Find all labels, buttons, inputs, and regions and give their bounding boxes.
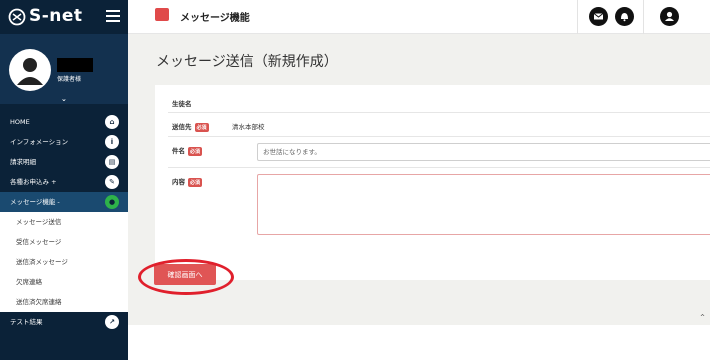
chat-icon: ● xyxy=(105,195,119,209)
row-divider xyxy=(168,136,710,137)
submenu-item-send-message[interactable]: メッセージ送信 xyxy=(0,212,128,232)
brand-header: S-net xyxy=(0,0,128,34)
message-submenu: メッセージ送信 受信メッセージ 送信済メッセージ 欠席連絡 送信済欠席連絡 xyxy=(0,212,128,312)
info-icon: i xyxy=(105,135,119,149)
submenu-item-absence[interactable]: 欠席連絡 xyxy=(0,272,128,292)
avatar[interactable] xyxy=(9,49,51,91)
user-avatar-icon xyxy=(17,58,43,85)
sidebar-item-label: テスト結果 xyxy=(10,318,43,326)
bell-icon[interactable] xyxy=(615,7,634,26)
hamburger-menu-icon[interactable] xyxy=(106,10,120,22)
row-divider xyxy=(168,167,710,168)
highlight-annotation xyxy=(138,259,234,295)
sidebar-item-label: HOME xyxy=(10,118,30,126)
sidebar-item-label: メッセージ機能 - xyxy=(10,198,60,206)
brand-name: S-net xyxy=(29,6,83,26)
required-badge: 必須 xyxy=(194,122,209,132)
sidebar-item-test-results[interactable]: テスト結果 ↗ xyxy=(0,312,128,332)
sidebar-item-label: 請求明細 xyxy=(10,158,36,166)
student-name-label: 生徒名 xyxy=(172,100,192,108)
sidebar-item-label: インフォメーション xyxy=(10,138,69,146)
required-badge: 必須 xyxy=(188,177,203,187)
top-divider xyxy=(577,0,578,34)
user-role: 保護者様 xyxy=(57,76,82,83)
recipient-value: 清水本部校 xyxy=(232,123,265,131)
main-content: メッセージ送信（新規作成） 生徒名 送信先 必須 清水本部校 件名 必須 お世話にな… xyxy=(128,34,710,325)
message-form: 生徒名 送信先 必須 清水本部校 件名 必須 お世話になります。 内容 必須 xyxy=(155,85,710,280)
edit-icon: ✎ xyxy=(105,175,119,189)
brand-logo-icon xyxy=(8,8,26,26)
top-divider xyxy=(643,0,644,34)
body-textarea[interactable] xyxy=(257,174,710,235)
home-icon: ⌂ xyxy=(105,115,119,129)
body-label: 内容 必須 xyxy=(172,177,203,187)
sidebar-item-messages[interactable]: メッセージ機能 - ● xyxy=(0,192,128,212)
sidebar-item-label: 各種お申込み + xyxy=(10,178,57,186)
page-title: メッセージ送信（新規作成） xyxy=(156,54,338,70)
submenu-item-inbox[interactable]: 受信メッセージ xyxy=(0,232,128,252)
subject-input[interactable]: お世話になります。 xyxy=(257,143,710,161)
top-bar: メッセージ機能 xyxy=(128,0,710,34)
chevron-down-icon[interactable]: ⌄ xyxy=(61,95,67,103)
sidebar-menu: HOME ⌂ インフォメーション i 請求明細 ▤ 各種お申込み + ✎ メッセ… xyxy=(0,112,128,332)
submenu-item-sent[interactable]: 送信済メッセージ xyxy=(0,252,128,272)
account-icon[interactable] xyxy=(660,7,679,26)
message-icon xyxy=(155,8,169,21)
recipient-label: 送信先 必須 xyxy=(172,122,209,132)
sidebar-item-home[interactable]: HOME ⌂ xyxy=(0,112,128,132)
user-name-redacted xyxy=(57,58,93,72)
sidebar-item-information[interactable]: インフォメーション i xyxy=(0,132,128,152)
footer-area xyxy=(128,325,710,360)
sidebar-item-billing[interactable]: 請求明細 ▤ xyxy=(0,152,128,172)
submenu-item-sent-absence[interactable]: 送信済欠席連絡 xyxy=(0,292,128,312)
mail-icon[interactable] xyxy=(589,7,608,26)
subject-label: 件名 必須 xyxy=(172,146,203,156)
scroll-top-icon[interactable]: ^ xyxy=(700,314,705,321)
row-divider xyxy=(168,112,710,113)
document-icon: ▤ xyxy=(105,155,119,169)
sidebar-item-applications[interactable]: 各種お申込み + ✎ xyxy=(0,172,128,192)
chart-icon: ↗ xyxy=(105,315,119,329)
top-bar-title: メッセージ機能 xyxy=(180,13,250,24)
required-badge: 必須 xyxy=(188,146,203,156)
